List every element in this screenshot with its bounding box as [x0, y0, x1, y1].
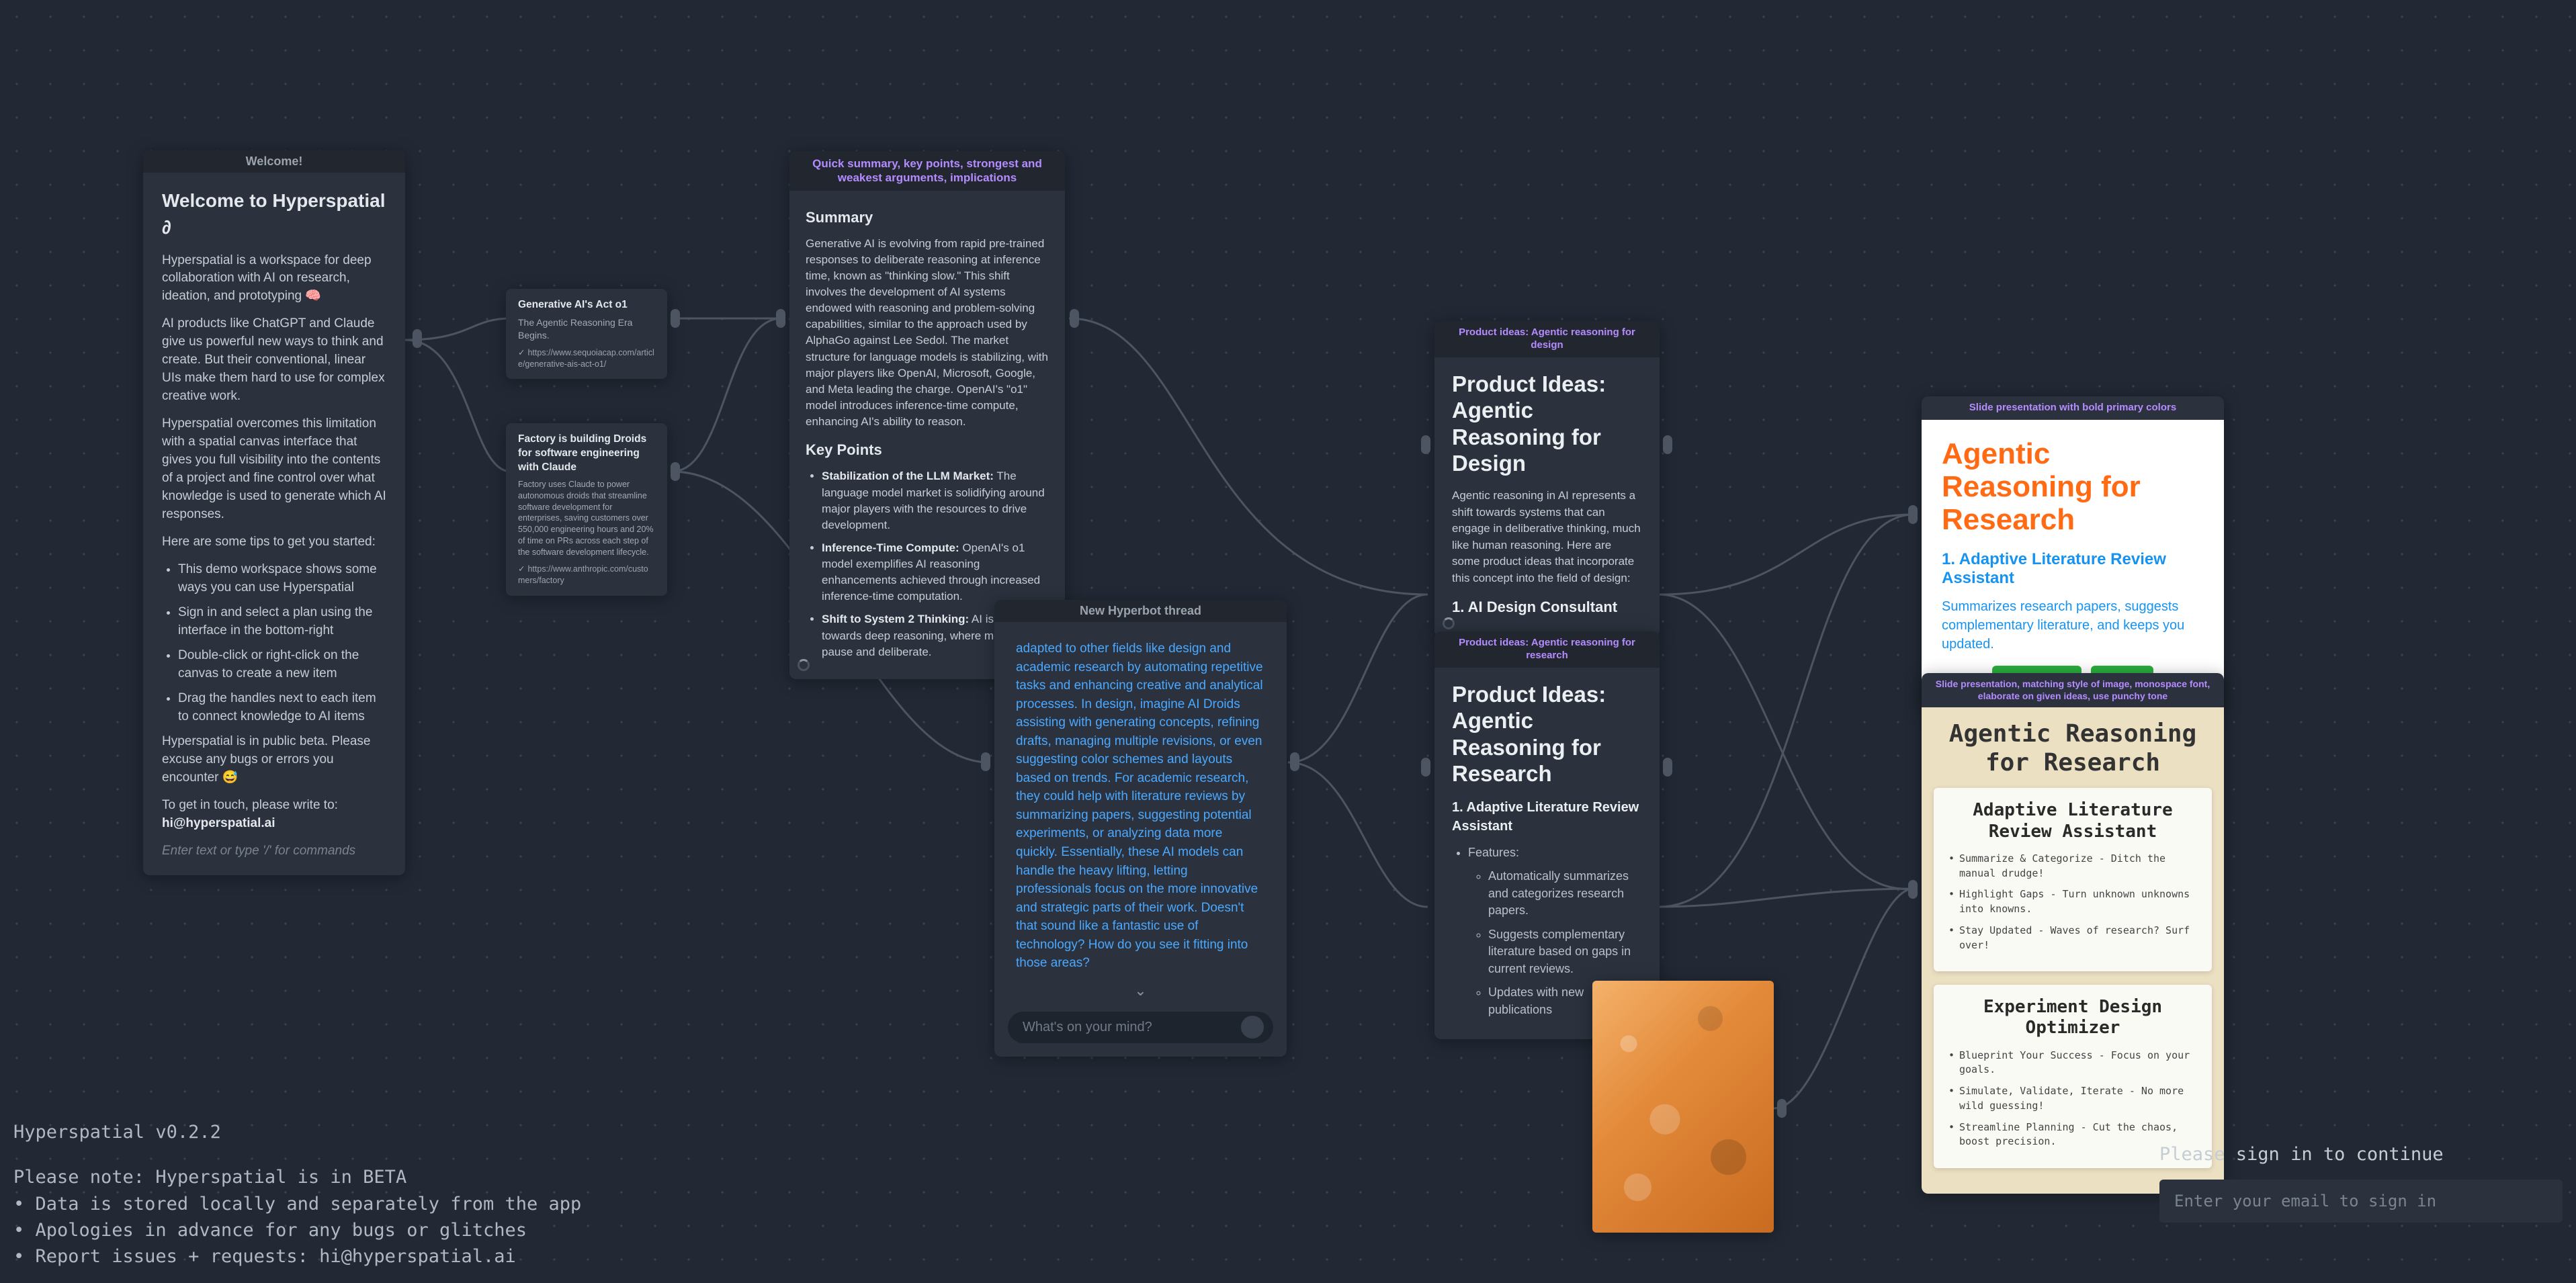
input-handle[interactable]: [1908, 880, 1918, 899]
welcome-p3: Hyperspatial overcomes this limitation w…: [162, 415, 386, 524]
slide-a-header: Slide presentation with bold primary col…: [1922, 396, 2224, 420]
welcome-card[interactable]: Welcome! Welcome to Hyperspatial ∂ Hyper…: [143, 150, 405, 875]
loading-spinner-icon: [798, 659, 810, 671]
slide-b-bullet: Summarize & Categorize - Ditch the manua…: [1948, 852, 2197, 881]
expand-icon[interactable]: ⌄: [994, 981, 1287, 1005]
welcome-tips-list: This demo workspace shows some ways you …: [178, 561, 386, 726]
ideas-design-intro: Agentic reasoning in AI represents a shi…: [1452, 488, 1642, 587]
illustration-image[interactable]: [1592, 981, 1774, 1233]
hyperbot-message: adapted to other fields like design and …: [994, 622, 1287, 981]
ideas-research-title: Product Ideas: Agentic Reasoning for Res…: [1452, 681, 1642, 787]
output-handle[interactable]: [671, 309, 680, 328]
summary-header: Quick summary, key points, strongest and…: [789, 151, 1065, 191]
input-handle[interactable]: [981, 752, 990, 771]
slide-b-card-2: Experiment Design Optimizer Blueprint Yo…: [1934, 985, 2212, 1168]
output-handle[interactable]: [1663, 758, 1672, 777]
input-handle[interactable]: [1421, 758, 1430, 777]
footer: Hyperspatial v0.2.2 Please note: Hypersp…: [13, 1119, 581, 1270]
slide-a-subtitle: 1. Adaptive Literature Review Assistant: [1942, 550, 2204, 588]
input-handle[interactable]: [1421, 435, 1430, 454]
welcome-contact-email: hi@hyperspatial.ai: [162, 816, 275, 830]
link-url[interactable]: ✓https://www.anthropic.com/customers/fac…: [518, 564, 655, 586]
slide-b-card-1: Adaptive Literature Review Assistant Sum…: [1934, 788, 2212, 971]
features-label: Features:: [1468, 844, 1642, 862]
hyperbot-input-placeholder: What's on your mind?: [1023, 1020, 1152, 1034]
signin-email-input[interactable]: [2159, 1180, 2563, 1223]
slide-b-title: Agentic Reasoning for Research: [1934, 719, 2212, 777]
slide-b-bullet: Blueprint Your Success - Focus on your g…: [1948, 1049, 2197, 1078]
send-button[interactable]: [1241, 1016, 1264, 1038]
key-point: Stabilization of the LLM Market: The lan…: [822, 468, 1049, 533]
link-title: Factory is building Droids for software …: [518, 433, 655, 475]
welcome-beta: Hyperspatial is in public beta. Please e…: [162, 733, 386, 787]
hyperbot-header: New Hyperbot thread: [994, 600, 1287, 622]
features-wrapper: Features:: [1468, 844, 1642, 862]
output-handle[interactable]: [1663, 435, 1672, 454]
link-card-sequoia[interactable]: Generative AI's Act o1 The Agentic Reaso…: [506, 289, 667, 379]
summary-heading: Summary: [806, 207, 1049, 228]
key-points-heading: Key Points: [806, 439, 1049, 460]
welcome-p1: Hyperspatial is a workspace for deep col…: [162, 252, 386, 306]
welcome-tip: This demo workspace shows some ways you …: [178, 561, 386, 597]
input-handle[interactable]: [1908, 505, 1918, 524]
signin-label: Please sign in to continue: [2159, 1144, 2563, 1165]
ideas-design-item1: 1. AI Design Consultant: [1452, 596, 1642, 617]
ideas-research-h1: 1. Adaptive Literature Review Assistant: [1452, 798, 1642, 836]
welcome-tip: Double-click or right-click on the canva…: [178, 647, 386, 683]
summary-text: Generative AI is evolving from rapid pre…: [806, 236, 1049, 431]
slide-presentation-b[interactable]: Slide presentation, matching style of im…: [1922, 673, 2224, 1194]
welcome-title: Welcome to Hyperspatial ∂: [162, 187, 386, 241]
feature-item: Automatically summarizes and categorizes…: [1488, 868, 1642, 920]
beta-bullet: • Data is stored locally and separately …: [13, 1191, 581, 1217]
output-handle[interactable]: [413, 329, 422, 348]
loading-spinner-icon: [1443, 617, 1455, 629]
signin-panel: Please sign in to continue: [2159, 1144, 2563, 1223]
output-handle[interactable]: [1070, 309, 1079, 328]
beta-bullet: • Apologies in advance for any bugs or g…: [13, 1217, 581, 1243]
version-label: Hyperspatial v0.2.2: [13, 1119, 581, 1145]
slide-b-card-2-title: Experiment Design Optimizer: [1948, 997, 2197, 1038]
output-handle[interactable]: [1777, 1099, 1787, 1118]
link-url[interactable]: ✓https://www.sequoiacap.com/article/gene…: [518, 347, 655, 370]
output-handle[interactable]: [671, 462, 680, 481]
ideas-design-title: Product Ideas: Agentic Reasoning for Des…: [1452, 371, 1642, 477]
check-icon: ✓: [518, 564, 525, 574]
link-card-factory[interactable]: Factory is building Droids for software …: [506, 423, 667, 596]
input-handle[interactable]: [776, 309, 785, 328]
slide-a-title: Agentic Reasoning for Research: [1942, 437, 2204, 537]
slide-b-card-1-title: Adaptive Literature Review Assistant: [1948, 800, 2197, 842]
slide-b-bullet: Stay Updated - Waves of research? Surf o…: [1948, 924, 2197, 953]
link-title: Generative AI's Act o1: [518, 298, 655, 312]
welcome-tip: Sign in and select a plan using the inte…: [178, 604, 386, 640]
slide-presentation-a[interactable]: Slide presentation with bold primary col…: [1922, 396, 2224, 711]
welcome-command-input[interactable]: Enter text or type '/' for commands: [162, 842, 386, 860]
check-icon: ✓: [518, 348, 525, 357]
feature-item: Suggests complementary literature based …: [1488, 926, 1642, 978]
welcome-card-header: Welcome!: [143, 150, 405, 173]
key-point: Inference-Time Compute: OpenAI's o1 mode…: [822, 540, 1049, 605]
ideas-research-header: Product ideas: Agentic reasoning for res…: [1434, 631, 1660, 668]
slide-b-header: Slide presentation, matching style of im…: [1922, 673, 2224, 707]
welcome-contact: To get in touch, please write to: hi@hyp…: [162, 797, 386, 833]
output-handle[interactable]: [1290, 752, 1299, 771]
ideas-research-card[interactable]: Product ideas: Agentic reasoning for res…: [1434, 631, 1660, 1039]
beta-bullet: • Report issues + requests: hi@hyperspat…: [13, 1243, 581, 1270]
slide-a-body: Summarizes research papers, suggests com…: [1942, 597, 2204, 654]
ideas-design-card[interactable]: Product ideas: Agentic reasoning for des…: [1434, 321, 1660, 637]
link-subtitle: The Agentic Reasoning Era Begins.: [518, 316, 655, 342]
hyperbot-card[interactable]: New Hyperbot thread adapted to other fie…: [994, 600, 1287, 1057]
welcome-p2: AI products like ChatGPT and Claude give…: [162, 315, 386, 406]
welcome-tip: Drag the handles next to each item to co…: [178, 690, 386, 726]
beta-note: Please note: Hyperspatial is in BETA: [13, 1164, 581, 1190]
welcome-tips-lead: Here are some tips to get you started:: [162, 533, 386, 551]
link-body: Factory uses Claude to power autonomous …: [518, 479, 655, 558]
slide-b-bullet: Highlight Gaps - Turn unknown unknowns i…: [1948, 887, 2197, 917]
ideas-design-header: Product ideas: Agentic reasoning for des…: [1434, 321, 1660, 357]
slide-b-bullet: Simulate, Validate, Iterate - No more wi…: [1948, 1084, 2197, 1114]
hyperbot-input[interactable]: What's on your mind?: [1008, 1012, 1273, 1043]
